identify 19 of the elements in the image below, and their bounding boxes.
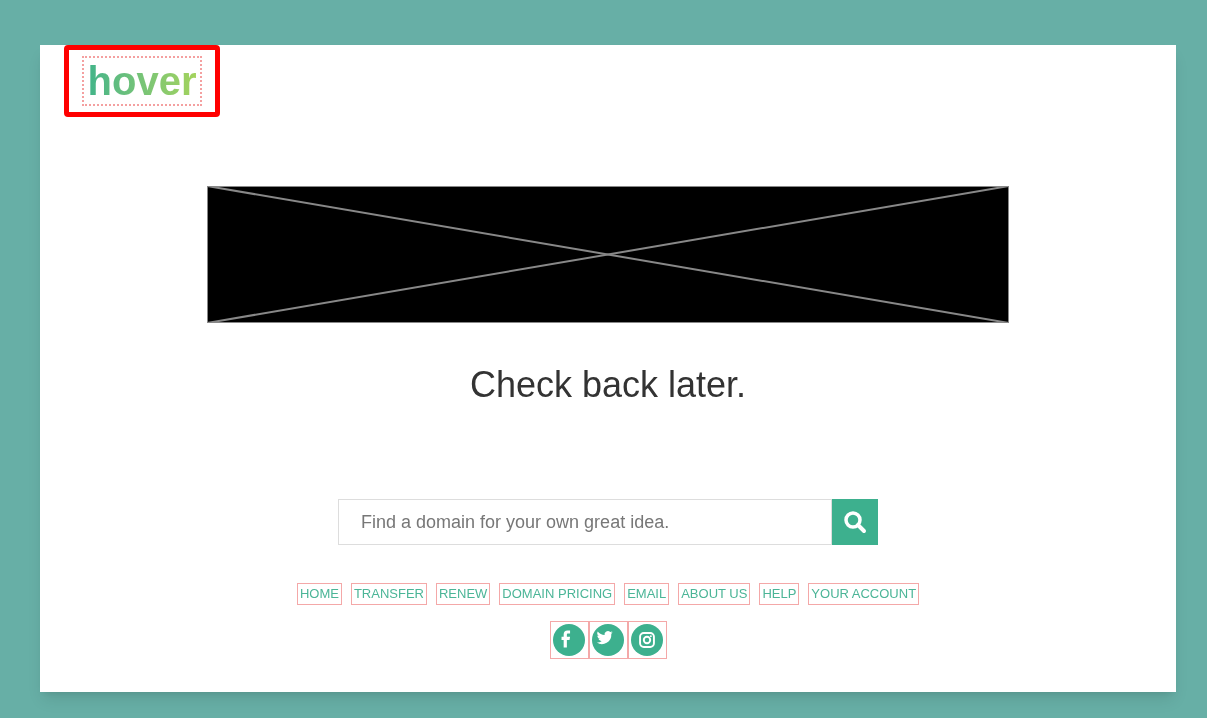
instagram-link[interactable] — [627, 621, 667, 659]
domain-search-field[interactable]: Find a domain for your own great idea. — [338, 499, 832, 545]
instagram-icon — [631, 624, 663, 656]
headline: Check back later. — [469, 363, 747, 407]
nav-link[interactable]: RENEW — [435, 583, 491, 605]
twitter-icon — [592, 624, 624, 656]
nav-link[interactable]: DOMAIN PRICING — [499, 583, 616, 605]
facebook-link[interactable] — [549, 621, 589, 659]
nav-link[interactable]: TRANSFER — [350, 583, 427, 605]
search-icon — [843, 510, 867, 534]
nav-link[interactable]: ABOUT US — [678, 583, 751, 605]
nav-link[interactable]: EMAIL — [624, 583, 670, 605]
nav-link[interactable]: YOUR ACCOUNT — [808, 583, 920, 605]
twitter-link[interactable] — [588, 621, 628, 659]
search-button[interactable] — [832, 499, 878, 545]
nav-link[interactable]: HELP — [759, 583, 800, 605]
facebook-icon — [553, 624, 585, 656]
nav-link[interactable]: HOME — [296, 583, 342, 605]
hover-logo[interactable]: hover — [81, 56, 203, 106]
